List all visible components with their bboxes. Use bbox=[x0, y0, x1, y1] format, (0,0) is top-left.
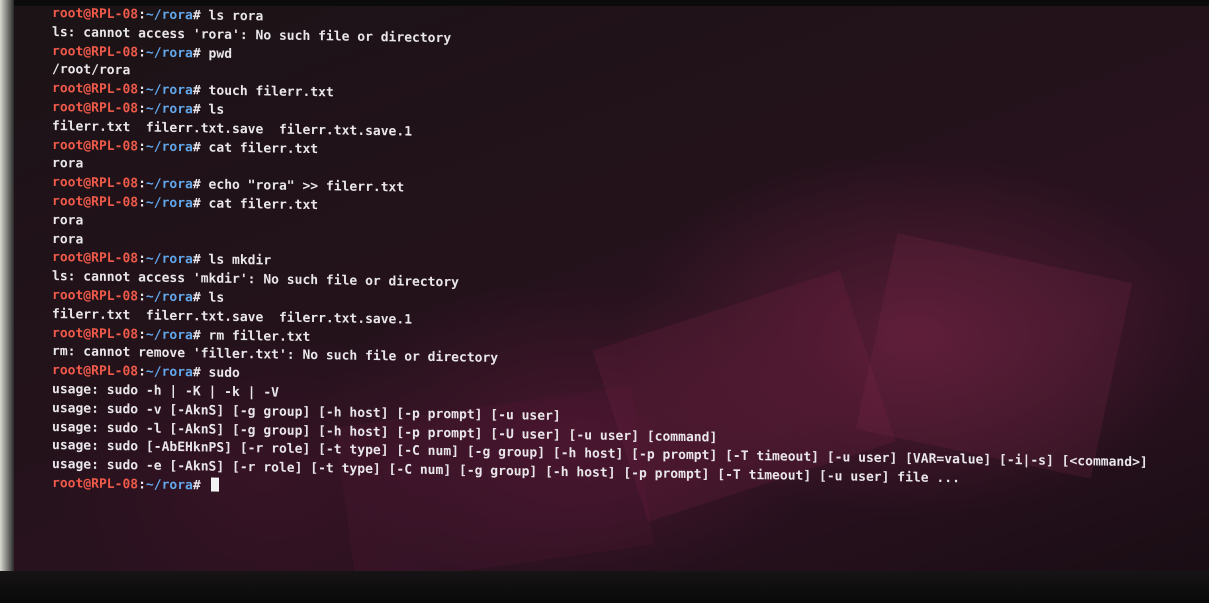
monitor: root@RPL-08:~/rora# ls rora ls: cannot a… bbox=[0, 0, 1209, 603]
output-text: filerr.txt filerr.txt.save filerr.txt.sa… bbox=[52, 118, 413, 140]
command-text: touch filerr.txt bbox=[200, 83, 334, 101]
command-text: pwd bbox=[200, 45, 233, 62]
prompt-path: ~/rora bbox=[145, 7, 193, 24]
output-text: usage: sudo -h | -K | -k | -V bbox=[52, 381, 279, 401]
command-text: ls mkdir bbox=[200, 252, 272, 269]
terminal-screen[interactable]: root@RPL-08:~/rora# ls rora ls: cannot a… bbox=[14, 6, 1209, 571]
command-text: echo "rora" >> filerr.txt bbox=[200, 177, 405, 196]
output-text: rora bbox=[52, 212, 84, 229]
command-text: cat filerr.txt bbox=[200, 139, 319, 157]
command-input[interactable] bbox=[201, 478, 209, 493]
output-text: rora bbox=[52, 156, 84, 172]
output-text: /root/rora bbox=[52, 62, 131, 79]
terminal-output[interactable]: root@RPL-08:~/rora# ls rora ls: cannot a… bbox=[52, 6, 1148, 511]
output-text: rora bbox=[52, 231, 84, 248]
monitor-bezel bbox=[0, 571, 1209, 603]
command-text: ls bbox=[200, 290, 225, 306]
command-text: cat filerr.txt bbox=[200, 196, 319, 214]
terminal-cursor bbox=[210, 477, 219, 492]
prompt-user-host: root@RPL-08 bbox=[52, 6, 139, 23]
command-text: rm filler.txt bbox=[200, 327, 311, 345]
command-text: sudo bbox=[200, 365, 240, 382]
background-edge bbox=[0, 0, 14, 603]
command-text: ls bbox=[200, 102, 225, 118]
command-text: ls rora bbox=[200, 8, 264, 25]
output-text: filerr.txt filerr.txt.save filerr.txt.sa… bbox=[52, 306, 413, 328]
